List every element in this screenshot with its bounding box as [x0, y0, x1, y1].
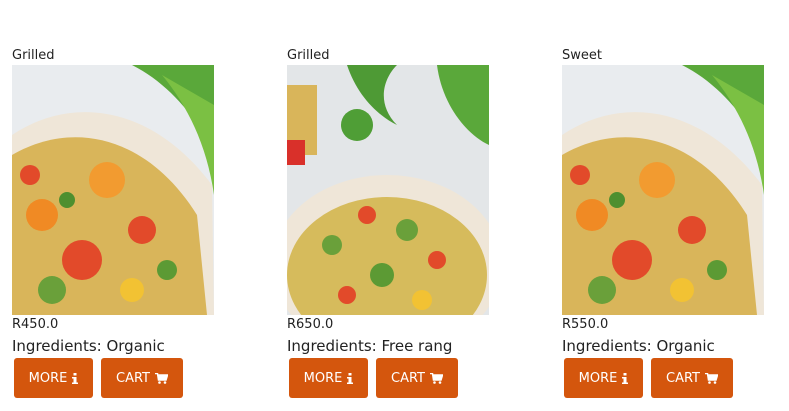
product-ingredients: Ingredients: Free rang — [287, 337, 453, 355]
product-actions: MORE CART — [14, 358, 262, 398]
product-price: R650.0 — [287, 317, 334, 332]
cart-button-label: CART — [116, 370, 150, 386]
product-image — [12, 65, 214, 315]
product-price: R550.0 — [562, 317, 609, 332]
product-card: Sweet R550.0 Ingredients: Organic MORE C… — [562, 48, 789, 398]
info-icon — [72, 372, 79, 384]
product-actions: MORE CART — [289, 358, 537, 398]
product-image — [287, 65, 489, 315]
cart-button-label: CART — [666, 370, 700, 386]
product-ingredients: Ingredients: Organic — [12, 337, 165, 355]
cart-button-label: CART — [391, 370, 425, 386]
info-icon — [347, 372, 354, 384]
more-button-label: MORE — [28, 370, 68, 386]
product-category: Grilled — [287, 48, 330, 63]
add-to-cart-button[interactable]: CART — [651, 358, 733, 398]
more-button-label: MORE — [303, 370, 343, 386]
product-actions: MORE CART — [564, 358, 789, 398]
shopping-cart-icon — [430, 372, 443, 384]
shopping-cart-icon — [705, 372, 718, 384]
product-category: Sweet — [562, 48, 602, 63]
more-button[interactable]: MORE — [564, 358, 643, 398]
product-ingredients: Ingredients: Organic — [562, 337, 715, 355]
product-image — [562, 65, 764, 315]
add-to-cart-button[interactable]: CART — [376, 358, 458, 398]
more-button-label: MORE — [578, 370, 618, 386]
add-to-cart-button[interactable]: CART — [101, 358, 183, 398]
info-icon — [622, 372, 629, 384]
product-card: Grilled R650.0 Ingredients: Free rang MO… — [287, 48, 537, 398]
more-button[interactable]: MORE — [14, 358, 93, 398]
product-category: Grilled — [12, 48, 55, 63]
shopping-cart-icon — [155, 372, 168, 384]
more-button[interactable]: MORE — [289, 358, 368, 398]
product-list: Grilled R450.0 Ingredients: Organic MORE — [0, 0, 789, 411]
product-card: Grilled R450.0 Ingredients: Organic MORE — [12, 48, 262, 398]
product-price: R450.0 — [12, 317, 59, 332]
